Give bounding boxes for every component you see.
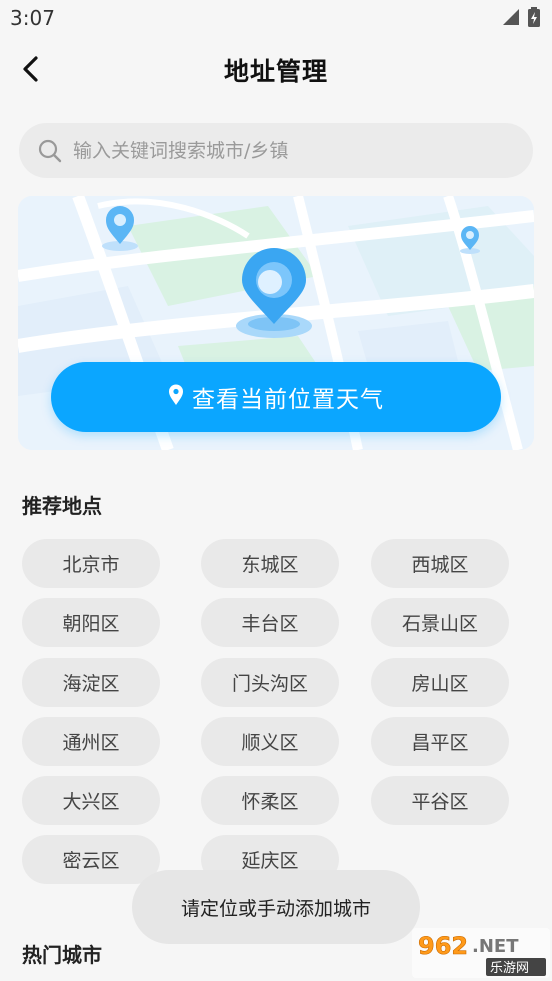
location-pin-icon (168, 384, 184, 410)
location-map-card: 查看当前位置天气 (18, 196, 534, 450)
place-chip[interactable]: 海淀区 (22, 658, 160, 707)
place-chip[interactable]: 平谷区 (371, 776, 509, 825)
battery-icon (528, 7, 540, 31)
view-current-location-weather-button[interactable]: 查看当前位置天气 (51, 362, 501, 432)
place-chip[interactable]: 西城区 (371, 539, 509, 588)
toast-message: 请定位或手动添加城市 (132, 870, 420, 944)
place-chip[interactable]: 密云区 (22, 835, 160, 884)
place-chip[interactable]: 通州区 (22, 717, 160, 766)
place-chip[interactable]: 朝阳区 (22, 598, 160, 647)
svg-text:.NET: .NET (472, 936, 519, 957)
view-current-location-weather-label: 查看当前位置天气 (192, 387, 384, 413)
hot-cities-title: 热门城市 (22, 943, 102, 967)
place-chip[interactable]: 昌平区 (371, 717, 509, 766)
place-chip[interactable]: 怀柔区 (201, 776, 339, 825)
place-chip[interactable]: 门头沟区 (201, 658, 339, 707)
place-chip[interactable]: 顺义区 (201, 717, 339, 766)
status-bar: 3:07 (0, 0, 552, 36)
svg-text:962: 962 (418, 932, 468, 960)
search-icon (37, 138, 63, 168)
recommended-places-title: 推荐地点 (22, 494, 102, 518)
place-chip[interactable]: 石景山区 (371, 598, 509, 647)
place-chip[interactable]: 东城区 (201, 539, 339, 588)
search-bar[interactable] (19, 123, 533, 178)
place-chip[interactable]: 房山区 (371, 658, 509, 707)
place-chip[interactable]: 大兴区 (22, 776, 160, 825)
signal-icon (502, 8, 520, 30)
site-watermark-logo: 962 .NET 乐游网 (412, 928, 550, 978)
status-time: 3:07 (10, 6, 55, 30)
search-input[interactable] (71, 131, 515, 171)
page-title: 地址管理 (223, 57, 328, 86)
place-chip[interactable]: 北京市 (22, 539, 160, 588)
svg-text:乐游网: 乐游网 (490, 961, 529, 976)
place-chip[interactable]: 丰台区 (201, 598, 339, 647)
